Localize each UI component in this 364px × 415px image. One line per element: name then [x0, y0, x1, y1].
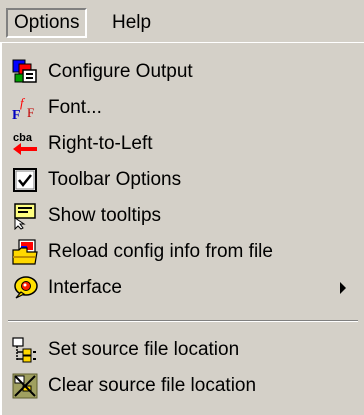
menu-item-configure-output[interactable]: Configure Output [10, 55, 356, 89]
menu-item-label: Font... [48, 97, 102, 118]
menu-help[interactable]: Help [104, 8, 159, 38]
menu-item-label: Clear source file location [48, 375, 257, 396]
menu-item-label: Toolbar Options [48, 169, 182, 190]
menu-options[interactable]: Options [6, 8, 88, 38]
right-to-left-icon: cba [10, 129, 40, 159]
options-dropdown: Configure Output F f F Font... cba Right… [0, 42, 364, 415]
menu-item-label: Reload config info from file [48, 241, 273, 262]
svg-text:cba: cba [13, 132, 33, 144]
menu-item-interface[interactable]: Interface [10, 271, 356, 305]
menu-item-label: Interface [48, 277, 122, 298]
svg-text:F: F [12, 108, 21, 122]
menu-item-show-tooltips[interactable]: Show tooltips [10, 199, 356, 233]
menu-item-label: Configure Output [48, 61, 193, 82]
menu-item-reload-config[interactable]: Reload config info from file [10, 235, 356, 269]
checkbox-icon [10, 165, 40, 195]
menu-item-label: Right-to-Left [48, 133, 153, 154]
menu-item-set-source-location[interactable]: Set source file location [10, 333, 356, 367]
clear-location-icon [10, 371, 40, 401]
set-location-icon [10, 335, 40, 365]
menu-separator [8, 320, 358, 322]
menu-bar: Options Help [0, 0, 364, 44]
menu-item-clear-source-location[interactable]: Clear source file location [10, 369, 356, 403]
menu-item-label: Show tooltips [48, 205, 162, 226]
svg-text:F: F [27, 105, 34, 120]
font-icon: F f F [10, 93, 40, 123]
submenu-arrow-icon [340, 282, 346, 294]
menu-item-right-to-left[interactable]: cba Right-to-Left [10, 127, 356, 161]
menu-item-toolbar-options[interactable]: Toolbar Options [10, 163, 356, 197]
svg-text:f: f [20, 95, 26, 110]
tooltip-icon [10, 201, 40, 231]
configure-output-icon [10, 57, 40, 87]
menu-item-label: Set source file location [48, 339, 240, 360]
reload-config-icon [10, 237, 40, 267]
menu-item-font[interactable]: F f F Font... [10, 91, 356, 125]
interface-icon [10, 273, 40, 303]
